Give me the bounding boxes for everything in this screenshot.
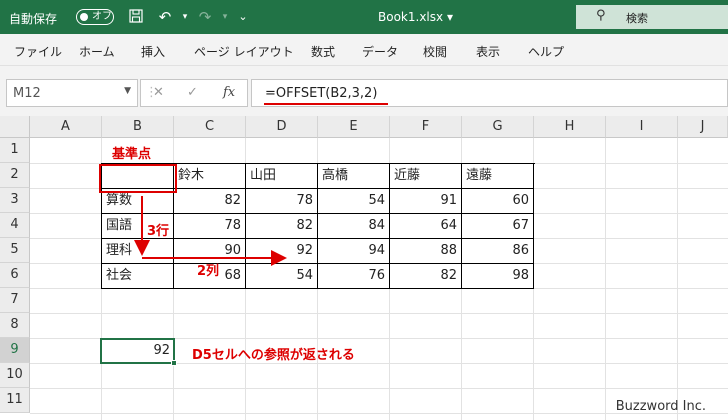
formula-underline (264, 103, 388, 105)
autosave-state: オフ (92, 11, 112, 22)
formula-bar: M12 ▼ ⋮ ✕ ✓ fx =OFFSET(B2,3,2) (0, 66, 728, 120)
save-icon[interactable] (127, 8, 145, 26)
insert-function-icon[interactable]: fx (223, 85, 235, 100)
chevron-down-icon: ▾ (446, 10, 453, 24)
file-name[interactable]: Book1.xlsx ▾ (378, 10, 453, 24)
autosave-label: 自動保存 (9, 12, 58, 26)
search-placeholder: 検索 (626, 12, 648, 25)
redo-dropdown-icon[interactable]: ▾ (216, 8, 234, 26)
offset-arrows (134, 196, 287, 266)
search-box[interactable]: ⚲ 検索 (576, 5, 728, 29)
name-box-value: M12 (13, 86, 41, 101)
name-box[interactable]: M12 ▼ (6, 79, 138, 107)
tab-formulas[interactable]: 数式 (311, 43, 335, 60)
search-icon: ⚲ (596, 8, 606, 23)
enter-icon[interactable]: ✓ (187, 85, 198, 100)
watermark: Buzzword Inc. (615, 399, 706, 414)
undo-dropdown-icon[interactable]: ▾ (176, 8, 194, 26)
tab-data[interactable]: データ (362, 43, 398, 60)
file-name-text: Book1.xlsx (378, 10, 444, 24)
ribbon-tabs: ファイル ホーム 挿入 ページ レイアウト 数式 データ 校閲 表示 ヘルプ (0, 34, 728, 66)
formula-input[interactable]: =OFFSET(B2,3,2) (251, 79, 728, 107)
tab-insert[interactable]: 挿入 (141, 43, 165, 60)
spreadsheet-grid: A B C D E F G H I J 1 2 3 4 5 6 7 8 9 10… (0, 116, 728, 420)
customize-toolbar-icon[interactable]: ⌄ (234, 8, 252, 26)
tab-help[interactable]: ヘルプ (528, 43, 564, 60)
tab-page-layout[interactable]: ページ レイアウト (194, 43, 294, 60)
tab-review[interactable]: 校閲 (423, 43, 447, 60)
cancel-icon[interactable]: ✕ (153, 85, 164, 100)
formula-buttons: ⋮ ✕ ✓ fx (140, 79, 248, 107)
chevron-down-icon[interactable]: ▼ (124, 86, 131, 96)
tab-home[interactable]: ホーム (79, 43, 115, 60)
autosave-toggle[interactable]: オフ (76, 9, 114, 25)
formula-text: =OFFSET(B2,3,2) (265, 86, 378, 101)
redo-icon[interactable]: ↷ (196, 8, 214, 26)
title-bar: 自動保存 オフ ↶ ▾ ↷ ▾ ⌄ Book1.xlsx ▾ ⚲ 検索 (0, 0, 728, 34)
tab-file[interactable]: ファイル (14, 43, 62, 60)
toggle-knob (80, 13, 88, 21)
undo-icon[interactable]: ↶ (156, 8, 174, 26)
tab-view[interactable]: 表示 (476, 43, 500, 60)
